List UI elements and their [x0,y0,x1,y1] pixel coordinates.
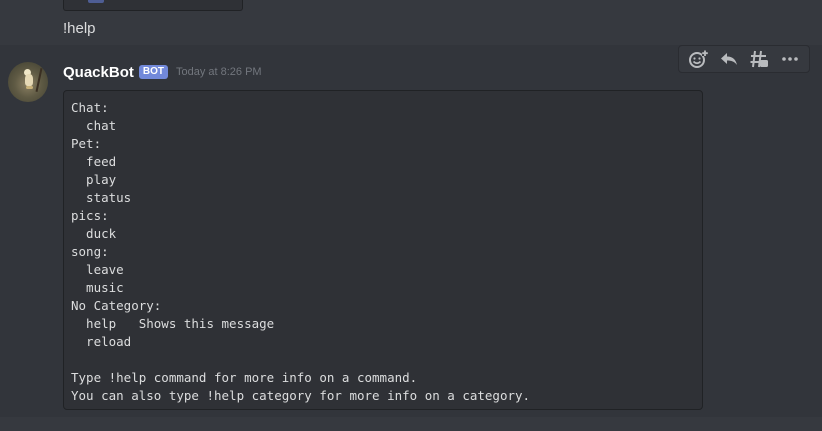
reply-svg [720,53,737,65]
message-toolbar [678,45,810,73]
bot-tag: BOT [138,65,168,79]
more-svg [781,57,798,61]
timestamp[interactable]: Today at 8:26 PM [176,66,262,78]
username[interactable]: QuackBot [63,64,134,81]
thread-svg [750,50,769,68]
avatar-duck-feet [26,86,33,89]
reply-icon[interactable] [717,47,741,71]
avatar[interactable] [8,62,48,102]
message-group: QuackBot BOT Today at 8:26 PM Chat: chat… [0,45,822,417]
help-codeblock: Chat: chat Pet: feed play status pics: d… [63,90,703,410]
add-reaction-icon[interactable] [686,47,710,71]
help-text: Chat: chat Pet: feed play status pics: d… [71,100,531,403]
more-icon[interactable] [778,47,802,71]
thread-icon[interactable] [747,47,771,71]
previous-embed-image [88,0,104,3]
avatar-duck-body [25,74,33,86]
message-header: QuackBot BOT Today at 8:26 PM [63,62,262,82]
add-reaction-svg [689,50,709,68]
avatar-stick [35,68,43,92]
previous-message-text: !help [63,20,96,37]
previous-embed [63,0,243,11]
